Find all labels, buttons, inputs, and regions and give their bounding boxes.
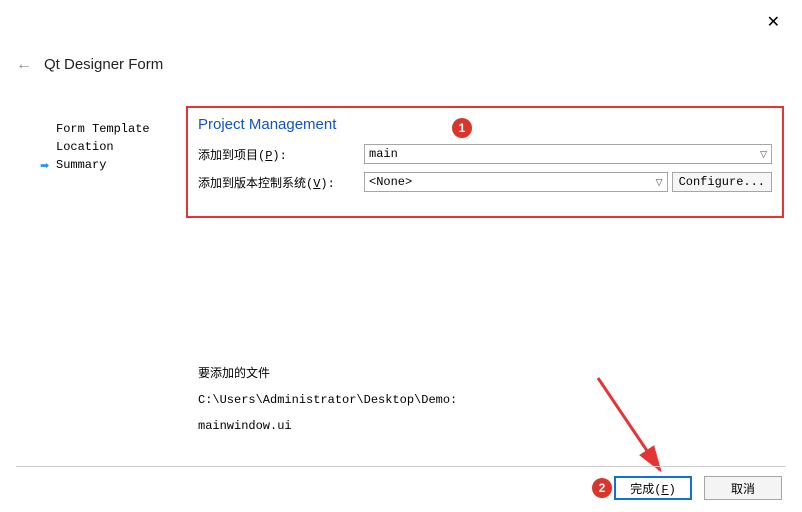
step-sidebar: Form Template Location ➡ Summary [40,120,180,174]
configure-button-label: Configure... [679,175,765,189]
annotation-badge-2: 2 [592,478,612,498]
step-label: Location [56,140,114,154]
vcs-select-value: <None> [369,175,412,189]
back-arrow-icon[interactable]: ← [16,57,32,73]
finish-button[interactable]: 完成(F) [614,476,692,500]
vcs-row: 添加到版本控制系统(V): <None> ▽ Configure... [198,171,772,193]
annotation-badge-1: 1 [452,118,472,138]
project-management-panel: Project Management 添加到项目(P): main ▽ 添加到版… [186,106,784,218]
files-file: mainwindow.ui [198,413,457,439]
project-select[interactable]: main ▽ [364,144,772,164]
files-to-add-block: 要添加的文件 C:\Users\Administrator\Desktop\De… [198,361,457,439]
vcs-select[interactable]: <None> ▽ [364,172,668,192]
step-summary: ➡ Summary [40,156,180,174]
close-icon: ✕ [767,14,780,31]
vcs-label: 添加到版本控制系统(V): [198,174,364,191]
chevron-down-icon: ▽ [760,149,767,160]
chevron-down-icon: ▽ [656,177,663,188]
project-label: 添加到项目(P): [198,146,364,163]
files-heading: 要添加的文件 [198,361,457,387]
close-button[interactable]: ✕ [759,8,788,36]
page-title: Qt Designer Form [44,56,163,73]
footer-buttons: 完成(F) 取消 [614,476,782,500]
finish-button-label: 完成(F) [630,480,676,497]
wizard-header: ← Qt Designer Form [16,56,163,73]
annotation-arrow-icon [590,370,680,490]
configure-button[interactable]: Configure... [672,172,772,192]
files-path: C:\Users\Administrator\Desktop\Demo: [198,387,457,413]
step-label: Form Template [56,122,150,136]
step-form-template: Form Template [40,120,180,138]
project-select-value: main [369,147,398,161]
cancel-button[interactable]: 取消 [704,476,782,500]
cancel-button-label: 取消 [731,480,755,497]
project-row: 添加到项目(P): main ▽ [198,143,772,165]
section-title: Project Management [198,116,772,133]
footer-divider [16,466,786,467]
current-step-arrow-icon: ➡ [40,159,54,172]
step-label: Summary [56,158,106,172]
step-location: Location [40,138,180,156]
